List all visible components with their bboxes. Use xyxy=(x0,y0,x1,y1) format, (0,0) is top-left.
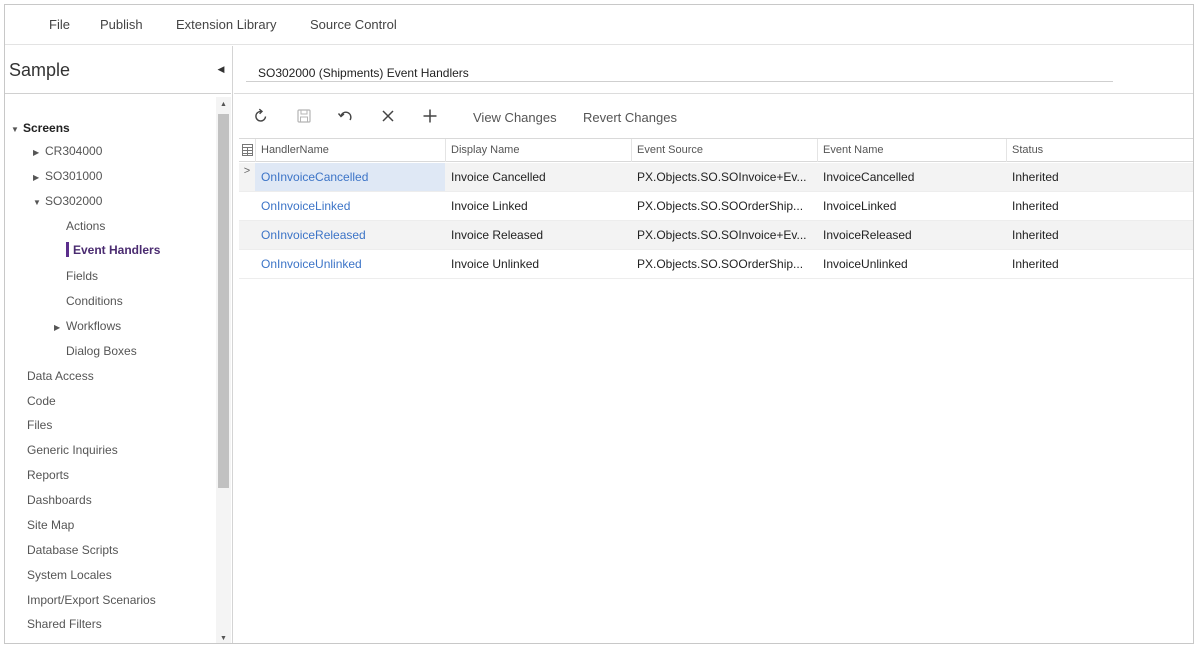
refresh-icon[interactable] xyxy=(251,106,271,126)
event-name-cell[interactable]: InvoiceReleased xyxy=(817,221,1006,249)
table-row[interactable]: OnInvoiceLinked Invoice Linked PX.Object… xyxy=(239,192,1193,221)
menu-source-control[interactable]: Source Control xyxy=(310,17,397,32)
handler-name-cell[interactable]: OnInvoiceReleased xyxy=(255,221,445,249)
event-source-cell[interactable]: PX.Objects.SO.SOOrderShip... xyxy=(631,250,817,278)
event-source-cell[interactable]: PX.Objects.SO.SOOrderShip... xyxy=(631,192,817,220)
scrollbar-thumb[interactable] xyxy=(218,114,229,488)
tree-node-workflows[interactable]: ▶ Workflows xyxy=(54,319,121,333)
tree-node-cr304000[interactable]: ▶ CR304000 xyxy=(33,144,102,158)
tree-node-site-map[interactable]: Site Map xyxy=(27,518,74,532)
divider xyxy=(5,93,231,94)
tree-node-import-export-scenarios[interactable]: Import/Export Scenarios xyxy=(27,593,156,607)
tree-node-dashboards[interactable]: Dashboards xyxy=(27,493,92,507)
menu-publish[interactable]: Publish xyxy=(100,17,143,32)
delete-icon[interactable] xyxy=(378,106,398,126)
display-name-cell[interactable]: Invoice Linked xyxy=(445,192,631,220)
event-name-cell[interactable]: InvoiceCancelled xyxy=(817,163,1006,191)
tree-node-label: CR304000 xyxy=(45,144,103,158)
app-window: File Publish Extension Library Source Co… xyxy=(4,4,1194,644)
tree-node-database-scripts[interactable]: Database Scripts xyxy=(27,543,118,557)
chevron-down-icon: ▼ xyxy=(33,198,41,207)
tree-node-data-access[interactable]: Data Access xyxy=(27,369,94,383)
tree-node-label: Screens xyxy=(23,121,70,135)
caret-right-icon: ▶ xyxy=(54,323,61,332)
divider xyxy=(246,81,1113,82)
tree-node-dialog-boxes[interactable]: Dialog Boxes xyxy=(66,344,137,358)
tree-node-label: SO301000 xyxy=(45,169,103,183)
status-cell[interactable]: Inherited xyxy=(1006,250,1193,278)
menu-extension-library[interactable]: Extension Library xyxy=(176,17,276,32)
table-row[interactable]: > OnInvoiceCancelled Invoice Cancelled P… xyxy=(239,163,1193,192)
display-name-cell[interactable]: Invoice Released xyxy=(445,221,631,249)
sidebar: Sample ◀ ▼ Screens ▶ CR304000 ▶ SO301000 ▼ S… xyxy=(5,46,233,643)
revert-changes-button[interactable]: Revert Changes xyxy=(583,110,677,125)
caret-right-icon: ▶ xyxy=(33,173,40,182)
status-cell[interactable]: Inherited xyxy=(1006,163,1193,191)
tree-node-fields[interactable]: Fields xyxy=(66,269,98,283)
caret-left-icon: ◀ xyxy=(217,63,225,74)
scroll-down-icon[interactable]: ▼ xyxy=(216,631,231,643)
event-source-cell[interactable]: PX.Objects.SO.SOInvoice+Ev... xyxy=(631,221,817,249)
top-menu-bar: File Publish Extension Library Source Co… xyxy=(5,5,1193,45)
project-tree: ▼ Screens ▶ CR304000 ▶ SO301000 ▼ SO302000 A… xyxy=(5,97,215,643)
column-header-event-source[interactable]: Event Source xyxy=(631,139,817,162)
event-handlers-grid: HandlerName Display Name Event Source Ev… xyxy=(239,138,1193,282)
page-title: SO302000 (Shipments) Event Handlers xyxy=(258,66,469,80)
display-name-cell[interactable]: Invoice Cancelled xyxy=(445,163,631,191)
handler-name-cell[interactable]: OnInvoiceLinked xyxy=(255,192,445,220)
tree-node-conditions[interactable]: Conditions xyxy=(66,294,123,308)
event-source-cell[interactable]: PX.Objects.SO.SOInvoice+Ev... xyxy=(631,163,817,191)
table-row[interactable]: OnInvoiceReleased Invoice Released PX.Ob… xyxy=(239,221,1193,250)
grid-header: HandlerName Display Name Event Source Ev… xyxy=(239,139,1193,162)
column-header-event-name[interactable]: Event Name xyxy=(817,139,1006,162)
view-changes-button[interactable]: View Changes xyxy=(473,110,557,125)
event-name-cell[interactable]: InvoiceUnlinked xyxy=(817,250,1006,278)
tree-node-shared-filters[interactable]: Shared Filters xyxy=(27,617,102,631)
tree-node-so301000[interactable]: ▶ SO301000 xyxy=(33,169,102,183)
display-name-cell[interactable]: Invoice Unlinked xyxy=(445,250,631,278)
chevron-down-icon: ▼ xyxy=(11,125,19,134)
tree-node-files[interactable]: Files xyxy=(27,418,52,432)
tree-node-reports[interactable]: Reports xyxy=(27,468,69,482)
status-cell[interactable]: Inherited xyxy=(1006,192,1193,220)
tree-node-generic-inquiries[interactable]: Generic Inquiries xyxy=(27,443,118,457)
column-header-status[interactable]: Status xyxy=(1006,139,1193,162)
status-cell[interactable]: Inherited xyxy=(1006,221,1193,249)
menu-file[interactable]: File xyxy=(49,17,70,32)
event-name-cell[interactable]: InvoiceLinked xyxy=(817,192,1006,220)
project-title: Sample xyxy=(9,60,71,80)
handler-name-cell[interactable]: OnInvoiceUnlinked xyxy=(255,250,445,278)
row-pointer-icon: > xyxy=(243,165,251,177)
tree-node-screens[interactable]: ▼ Screens xyxy=(11,121,70,135)
tree-node-label: SO302000 xyxy=(45,194,103,208)
table-row[interactable]: OnInvoiceUnlinked Invoice Unlinked PX.Ob… xyxy=(239,250,1193,279)
tree-node-label: Workflows xyxy=(66,319,122,333)
column-header-handlername[interactable]: HandlerName xyxy=(255,139,445,162)
tree-node-system-locales[interactable]: System Locales xyxy=(27,568,112,582)
grid-toolbar: View Changes Revert Changes xyxy=(234,94,1193,138)
tree-node-actions[interactable]: Actions xyxy=(66,219,105,233)
handler-name-cell[interactable]: OnInvoiceCancelled xyxy=(255,163,445,191)
undo-icon[interactable] xyxy=(336,106,356,126)
add-icon[interactable] xyxy=(420,106,440,126)
caret-right-icon: ▶ xyxy=(33,148,40,157)
sidebar-collapse-button[interactable]: ◀ xyxy=(211,56,231,82)
tree-node-event-handlers[interactable]: Event Handlers xyxy=(73,243,160,257)
main-panel: SO302000 (Shipments) Event Handlers View… xyxy=(234,46,1193,643)
column-header-display-name[interactable]: Display Name xyxy=(445,139,631,162)
sidebar-scrollbar[interactable]: ▲ ▼ xyxy=(216,97,231,643)
selected-indicator xyxy=(66,242,69,257)
save-icon[interactable] xyxy=(294,106,314,126)
column-settings-icon[interactable] xyxy=(242,144,253,156)
tree-node-code[interactable]: Code xyxy=(27,394,56,408)
tree-node-so302000[interactable]: ▼ SO302000 xyxy=(33,194,102,208)
scroll-up-icon[interactable]: ▲ xyxy=(216,97,231,111)
